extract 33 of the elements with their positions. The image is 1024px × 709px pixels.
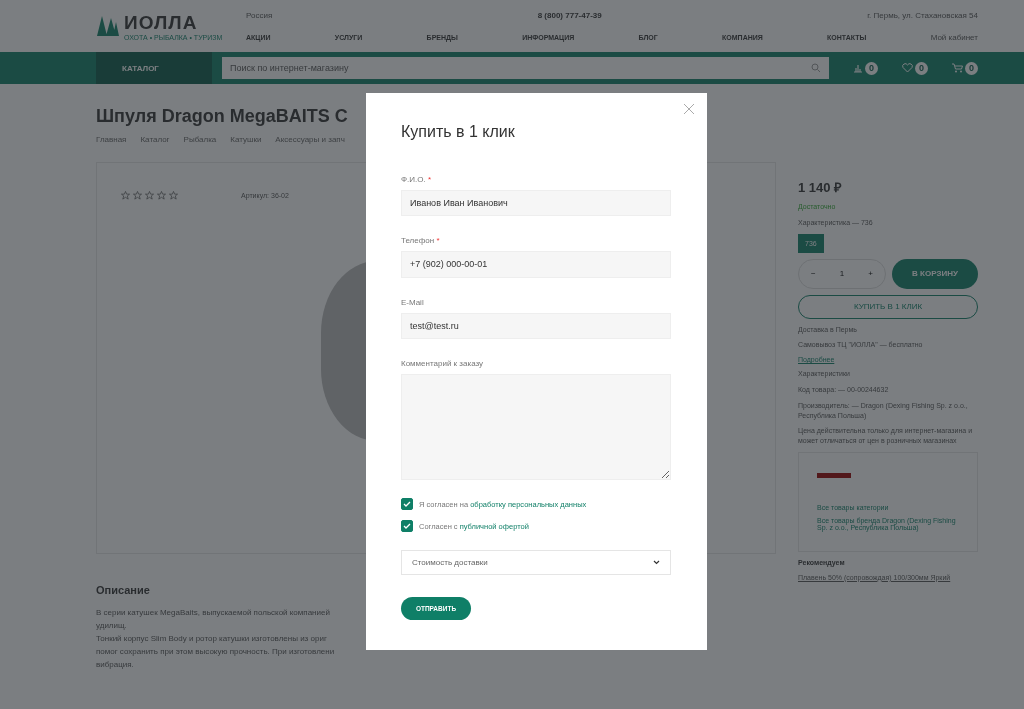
add-to-cart-button[interactable]: В КОРЗИНУ <box>892 258 978 289</box>
checkbox[interactable] <box>401 520 413 532</box>
heart-icon <box>902 63 913 73</box>
catalog-button[interactable]: КАТАЛОГ <box>96 52 212 84</box>
phone-number[interactable]: 8 (800) 777-47-39 <box>537 10 602 20</box>
region-selector[interactable]: Россия <box>246 10 273 20</box>
bar-chart-icon <box>853 63 863 73</box>
count-badge: 0 <box>965 61 978 75</box>
logo-text: ИОЛЛА <box>124 11 199 34</box>
delivery-cost-select[interactable]: Стоимость доставки <box>401 550 671 576</box>
field-label: Ф.И.О. * <box>401 175 433 184</box>
description-text: удилищ. <box>96 621 127 630</box>
input-field[interactable]: Иванов Иван Иванович <box>401 190 671 217</box>
chevron-down-icon <box>653 560 660 566</box>
comment-field[interactable] <box>401 373 671 480</box>
search-field[interactable]: Поиск по интернет-магазину <box>222 57 829 79</box>
search-icon <box>811 63 821 73</box>
field-label: Комментарий к заказу <box>401 358 485 368</box>
input-field[interactable]: test@test.ru <box>401 312 671 339</box>
count-badge: 0 <box>915 61 928 75</box>
brand-logo <box>817 472 851 478</box>
input-field[interactable]: +7 (902) 000-00-01 <box>401 251 671 278</box>
count-badge: 0 <box>865 61 878 75</box>
field-label: Телефон * <box>401 236 441 246</box>
description-heading: Описание <box>96 584 151 596</box>
cart-icon <box>952 63 963 73</box>
checkbox[interactable] <box>401 498 413 510</box>
product-title: Шпуля Dragon MegaBAITS C <box>96 106 348 127</box>
field-label: E-Mail <box>401 297 425 307</box>
buy-one-click-button[interactable]: КУПИТЬ В 1 КЛИК <box>798 294 978 319</box>
dialog-title: Купить в 1 клик <box>401 123 516 141</box>
price: 1 140 ₽ <box>798 179 844 196</box>
description-text: вибрация. <box>96 660 134 669</box>
